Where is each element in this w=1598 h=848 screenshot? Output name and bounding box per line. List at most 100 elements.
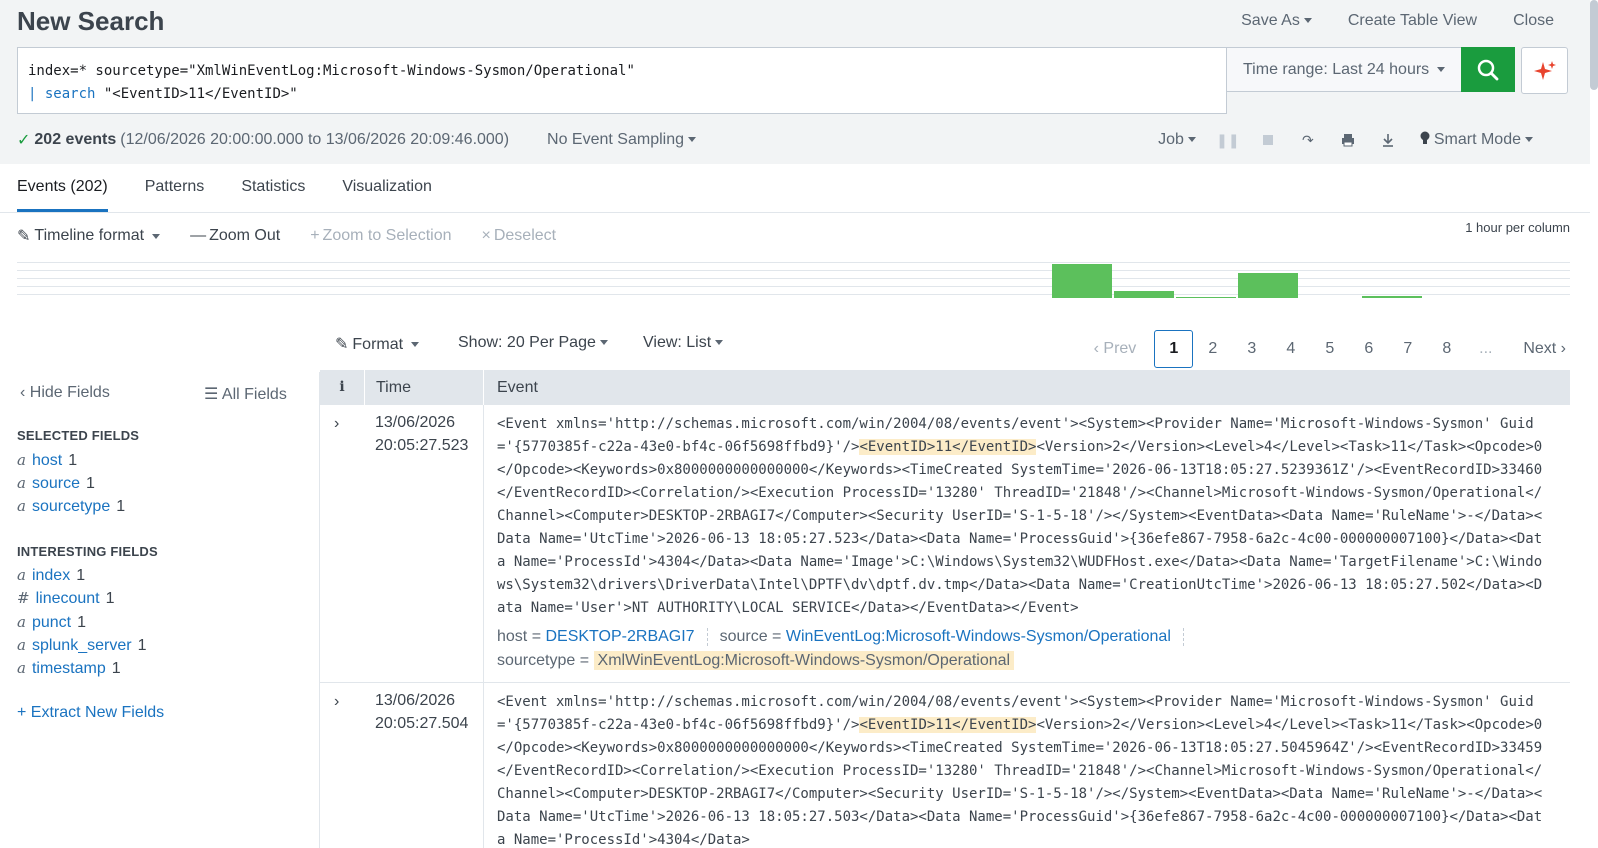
page-1-button[interactable]: 1 — [1154, 330, 1194, 368]
lightbulb-icon — [1420, 131, 1430, 144]
all-fields-label: All Fields — [221, 386, 287, 403]
results-controls: ✎ Format Show: 20 Per Page View: List ‹ P… — [0, 330, 1598, 368]
field-count: 1 — [105, 590, 115, 607]
timeline-bar[interactable] — [1176, 297, 1236, 298]
field-splunk-server[interactable]: a splunk_server 1 — [17, 636, 146, 655]
pause-icon[interactable]: ❚❚ — [1216, 132, 1239, 148]
per-page-dropdown[interactable]: Show: 20 Per Page — [458, 334, 608, 352]
page-ellipsis: ... — [1479, 340, 1493, 357]
page-2-button[interactable]: 2 — [1193, 340, 1232, 358]
event-date: 13/06/2026 — [375, 692, 456, 709]
zoom-to-selection-button[interactable]: + Zoom to Selection — [310, 227, 451, 245]
deselect-button[interactable]: × Deselect — [482, 227, 557, 245]
field-timestamp[interactable]: a timestamp 1 — [17, 659, 121, 678]
timeline-gridline — [17, 294, 1570, 295]
field-type: a — [17, 613, 26, 631]
field-count: 1 — [137, 637, 147, 654]
page-6-button[interactable]: 6 — [1349, 340, 1388, 358]
search-input[interactable]: index=* sourcetype="XmlWinEventLog:Micro… — [17, 47, 1227, 114]
event-row: › 13/06/2026 20:05:27.504 <Event xmlns='h… — [320, 683, 1570, 848]
event-highlight: <EventID>11</EventID> — [859, 439, 1037, 455]
scrollbar-thumb[interactable] — [1590, 0, 1598, 90]
pencil-icon: ✎ — [17, 228, 31, 245]
prev-page-button[interactable]: ‹ Prev — [1094, 340, 1137, 358]
expand-row-icon[interactable]: › — [334, 415, 339, 433]
stop-icon[interactable] — [1260, 132, 1276, 148]
page-7-button[interactable]: 7 — [1388, 340, 1427, 358]
search-mode-label: Smart Mode — [1433, 131, 1521, 148]
page-3-button[interactable]: 3 — [1232, 340, 1271, 358]
field-sourcetype[interactable]: a sourcetype 1 — [17, 497, 125, 516]
hide-fields-button[interactable]: ‹ Hide Fields — [20, 384, 110, 401]
chevron-down-icon — [715, 340, 724, 346]
chevron-right-icon: › — [1556, 340, 1566, 357]
timeline-format-dropdown[interactable]: ✎ Timeline format — [17, 226, 161, 246]
download-icon[interactable] — [1380, 132, 1396, 148]
timeline-bar[interactable] — [1052, 264, 1112, 298]
ai-assistant-button[interactable] — [1521, 47, 1568, 94]
save-as-button[interactable]: Save As — [1241, 12, 1312, 30]
field-count: 1 — [111, 660, 121, 677]
timeline-gridline — [17, 278, 1570, 279]
tab-events[interactable]: Events (202) — [17, 164, 108, 212]
field-punct[interactable]: a punct 1 — [17, 613, 86, 632]
timeline-bar[interactable] — [1114, 291, 1174, 298]
page-4-button[interactable]: 4 — [1271, 340, 1310, 358]
source-label: source = — [719, 628, 782, 645]
timeline-chart[interactable] — [17, 262, 1570, 300]
close-button[interactable]: Close — [1513, 12, 1554, 30]
timeline-resolution: 1 hour per column — [1465, 220, 1570, 235]
header-actions: Save As Create Table View Close — [1241, 12, 1554, 30]
job-dropdown[interactable]: Job — [1158, 131, 1196, 149]
source-value[interactable]: WinEventLog:Microsoft-Windows-Sysmon/Ope… — [786, 628, 1171, 645]
host-value[interactable]: DESKTOP-2RBAGI7 — [545, 628, 694, 645]
search-command: search — [44, 86, 96, 102]
sourcetype-value[interactable]: XmlWinEventLog:Microsoft-Windows-Sysmon/… — [593, 651, 1015, 670]
all-fields-button[interactable]: ☰ All Fields — [204, 384, 287, 404]
format-dropdown[interactable]: ✎ Format — [335, 334, 420, 354]
view-dropdown[interactable]: View: List — [643, 334, 724, 352]
view-label: View: List — [643, 334, 712, 351]
field-count: 1 — [85, 475, 95, 492]
field-type: a — [17, 636, 26, 654]
next-page-button[interactable]: Next › — [1523, 340, 1566, 358]
field-type: # — [17, 589, 30, 607]
tab-patterns[interactable]: Patterns — [145, 164, 205, 212]
scrollbar-track — [1590, 0, 1598, 848]
extract-new-fields-link[interactable]: + Extract New Fields — [17, 704, 164, 722]
field-host[interactable]: a host 1 — [17, 451, 77, 470]
field-index[interactable]: a index 1 — [17, 566, 85, 585]
next-label: Next — [1523, 340, 1557, 357]
hide-fields-label: Hide Fields — [29, 384, 110, 401]
zoom-to-selection-label: Zoom to Selection — [322, 227, 452, 244]
tab-statistics[interactable]: Statistics — [241, 164, 305, 212]
timeline-bar[interactable] — [1362, 296, 1422, 298]
print-icon[interactable] — [1340, 132, 1356, 148]
chevron-down-icon — [1437, 67, 1446, 72]
zoom-out-button[interactable]: — Zoom Out — [190, 227, 280, 245]
search-header: New Search Save As Create Table View Clo… — [0, 0, 1598, 164]
create-table-view-button[interactable]: Create Table View — [1348, 12, 1477, 30]
field-linecount[interactable]: # linecount 1 — [17, 589, 115, 608]
search-icon — [1477, 59, 1499, 80]
time-range-picker[interactable]: Time range: Last 24 hours — [1227, 47, 1462, 92]
event-sampling-dropdown[interactable]: No Event Sampling — [547, 131, 696, 149]
time-column-header[interactable]: Time — [366, 370, 484, 405]
event-column-header: Event — [497, 379, 538, 396]
interesting-fields-title: INTERESTING FIELDS — [17, 544, 158, 559]
timeline-gridline — [17, 262, 1570, 263]
expand-row-icon[interactable]: › — [334, 693, 339, 711]
tab-visualization[interactable]: Visualization — [342, 164, 432, 212]
share-icon[interactable]: ↷ — [1300, 132, 1316, 148]
field-type: a — [17, 474, 26, 492]
timeline-bar[interactable] — [1238, 273, 1298, 298]
search-mode-dropdown[interactable]: Smart Mode — [1420, 131, 1533, 149]
field-source[interactable]: a source 1 — [17, 474, 95, 493]
page-8-button[interactable]: 8 — [1427, 340, 1466, 358]
field-name: timestamp — [31, 660, 106, 677]
page-5-button[interactable]: 5 — [1310, 340, 1349, 358]
search-button[interactable] — [1461, 47, 1515, 92]
chevron-down-icon — [688, 137, 696, 143]
sparkle-icon — [1533, 60, 1556, 80]
field-name: index — [31, 567, 71, 584]
